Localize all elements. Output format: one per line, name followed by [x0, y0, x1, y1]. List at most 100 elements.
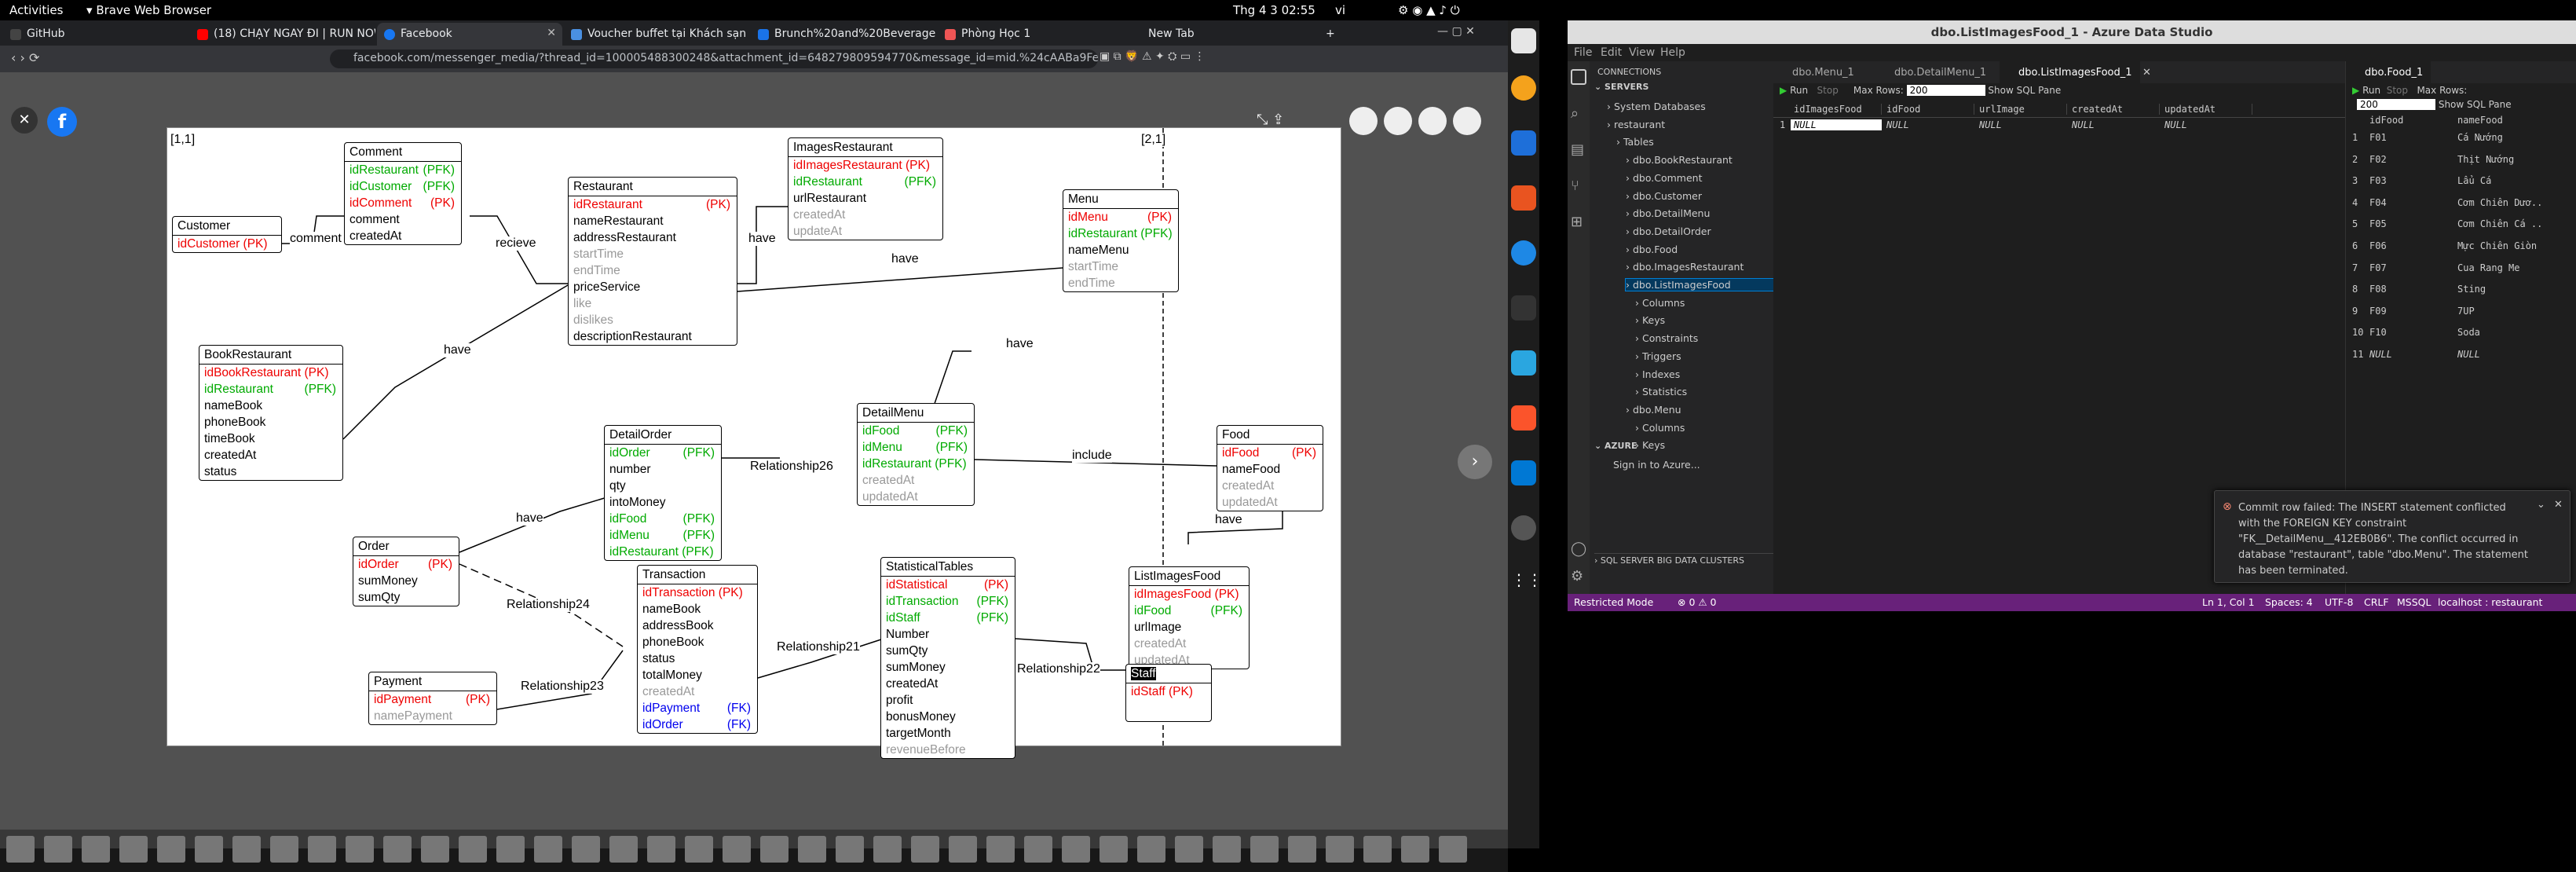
new-tab-button[interactable]: +	[1319, 23, 1343, 46]
tree-item[interactable]: › dbo.ImagesRestaurant	[1626, 261, 1744, 273]
thumbnail[interactable]	[911, 836, 939, 863]
tab-youtube[interactable]: (18) CHẠY NGAY ĐI | RUN NOW	[190, 23, 375, 46]
close-tab-icon[interactable]: ✕	[2142, 67, 2151, 79]
tree-item[interactable]: › dbo.BookRestaurant	[1626, 154, 1733, 166]
url-field[interactable]: facebook.com/messenger_media/?thread_id=…	[330, 49, 1098, 68]
menu-help[interactable]: Help	[1660, 46, 1685, 59]
grid-cell[interactable]: 11	[2349, 349, 2366, 360]
messenger-icon[interactable]	[1384, 107, 1412, 135]
tab-brunch[interactable]: Brunch%20and%20Beverage	[751, 23, 936, 46]
thumbnail[interactable]	[459, 836, 487, 863]
menu-file[interactable]: File	[1574, 46, 1592, 59]
clock[interactable]: Thg 4 3 02:55	[1233, 3, 1315, 17]
show-sql-pane-toggle[interactable]: Show SQL Pane	[1988, 85, 2061, 96]
stop-button[interactable]: Stop	[1817, 85, 1839, 96]
viewer-tools[interactable]: ⤡ ⇪	[1257, 112, 1284, 128]
menu-view[interactable]: View	[1629, 46, 1655, 59]
grid-cell[interactable]: F08	[2366, 284, 2453, 295]
tree-item[interactable]: › dbo.Comment	[1626, 172, 1703, 184]
notifications-icon[interactable]	[1418, 107, 1447, 135]
settings-gear-icon[interactable]: ⚙	[1571, 568, 1583, 584]
chevron-icon[interactable]: ›	[1626, 154, 1633, 166]
grid-cell[interactable]: NULL	[2069, 119, 2160, 130]
column-header[interactable]: createdAt	[2069, 104, 2160, 115]
language-mode[interactable]: MSSQL	[2397, 596, 2431, 608]
problems-count[interactable]: ⊗ 0 ⚠ 0	[1678, 596, 1717, 608]
cursor-position[interactable]: Ln 1, Col 1	[2202, 596, 2255, 608]
extension-icons[interactable]: ▣ ⧉ 🦁 ⚠ ✦ ⛭ ▭ ⋮	[1100, 50, 1206, 63]
thumbnail[interactable]	[949, 836, 977, 863]
thumbnail[interactable]	[232, 836, 261, 863]
chevron-icon[interactable]: ›	[1626, 207, 1633, 219]
search-icon[interactable]: ⌕	[1571, 105, 1579, 122]
thumbnail[interactable]	[1326, 836, 1354, 863]
grid-cell[interactable]: 6	[2349, 240, 2366, 251]
chevron-icon[interactable]: ›	[1635, 350, 1642, 362]
chevron-icon[interactable]: ›	[1635, 386, 1642, 398]
grid-cell[interactable]: NULL	[2454, 349, 2541, 360]
tree-item[interactable]: › dbo.DetailOrder	[1626, 225, 1711, 237]
grid-cell[interactable]: F02	[2366, 154, 2453, 165]
thumbnail[interactable]	[1401, 836, 1429, 863]
software-icon[interactable]	[1511, 185, 1536, 211]
thumbnail[interactable]	[1175, 836, 1203, 863]
tree-item[interactable]: › dbo.Customer	[1626, 190, 1702, 202]
grid-cell[interactable]: F09	[2366, 306, 2453, 317]
servers-header[interactable]: ⌄ SERVERS	[1594, 82, 1648, 92]
chevron-icon[interactable]: ›	[1635, 368, 1642, 380]
thumbnail[interactable]	[986, 836, 1015, 863]
thumbnail[interactable]	[609, 836, 638, 863]
chevron-icon[interactable]: ›	[1626, 190, 1633, 202]
next-image-icon[interactable]: ›	[1458, 445, 1492, 479]
thumbnail[interactable]	[723, 836, 751, 863]
grid-cell[interactable]: 10	[2349, 327, 2366, 338]
run-button[interactable]: Run	[1790, 85, 1808, 96]
thumbnail[interactable]	[1439, 836, 1467, 863]
tree-item[interactable]: › Tables	[1616, 136, 1654, 148]
grid-cell[interactable]: NULL	[1883, 119, 1974, 130]
thumbnail[interactable]	[1288, 836, 1316, 863]
chevron-icon[interactable]: ›	[1626, 404, 1633, 416]
eol[interactable]: CRLF	[2364, 596, 2389, 608]
tree-item[interactable]: › Keys	[1635, 439, 1665, 451]
thumbnail[interactable]	[760, 836, 789, 863]
thumbnail[interactable]	[383, 836, 412, 863]
grid-cell[interactable]: 1	[2349, 132, 2366, 143]
thumbnail[interactable]	[496, 836, 525, 863]
encoding[interactable]: UTF-8	[2325, 596, 2353, 608]
rhythmbox-icon[interactable]	[1511, 75, 1536, 101]
grid-cell[interactable]: F05	[2366, 218, 2453, 229]
stop-button[interactable]: Stop	[2387, 85, 2408, 96]
thumbnail[interactable]	[1363, 836, 1392, 863]
thumbnail[interactable]	[1024, 836, 1052, 863]
tab-food-1[interactable]: dbo.Food_1	[2346, 61, 2431, 83]
grid-cell[interactable]: 2	[2349, 154, 2366, 165]
grid-cell[interactable]: F07	[2366, 262, 2453, 273]
thumbnail[interactable]	[6, 836, 35, 863]
tree-item[interactable]: › Constraints	[1635, 332, 1698, 344]
tree-item[interactable]: › Indexes	[1635, 368, 1680, 380]
close-notification-icon[interactable]: ✕	[2554, 499, 2563, 511]
grid-cell[interactable]: NULL	[2161, 119, 2252, 130]
thumbnail[interactable]	[873, 836, 902, 863]
tree-item[interactable]: › Columns	[1635, 422, 1685, 434]
thumbnail[interactable]	[1137, 836, 1165, 863]
thumbnail[interactable]	[346, 836, 374, 863]
run-button[interactable]: Run	[2362, 85, 2380, 96]
grid-cell[interactable]: Soda	[2454, 327, 2541, 338]
grid-cell[interactable]: NULL	[1976, 119, 2067, 130]
tab-menu-1[interactable]: dbo.Menu_1	[1773, 61, 1862, 83]
language-indicator[interactable]: vi	[1335, 3, 1345, 17]
grid-cell[interactable]: Mực Chiên Giòn	[2454, 240, 2541, 251]
account-icon[interactable]: ◯	[1571, 540, 1586, 557]
thumbnail[interactable]	[44, 836, 72, 863]
thumbnail[interactable]	[119, 836, 148, 863]
chevron-icon[interactable]: ›	[1607, 101, 1614, 112]
tree-item[interactable]: › Keys	[1635, 314, 1665, 326]
show-apps-icon[interactable]: ⋮⋮	[1511, 570, 1542, 595]
chevron-icon[interactable]: ›	[1635, 332, 1642, 344]
chevron-icon[interactable]: ›	[1626, 261, 1633, 273]
restricted-mode[interactable]: Restricted Mode	[1574, 596, 1653, 608]
grid-cell[interactable]: 7UP	[2454, 306, 2541, 317]
grid-cell[interactable]: 8	[2349, 284, 2366, 295]
